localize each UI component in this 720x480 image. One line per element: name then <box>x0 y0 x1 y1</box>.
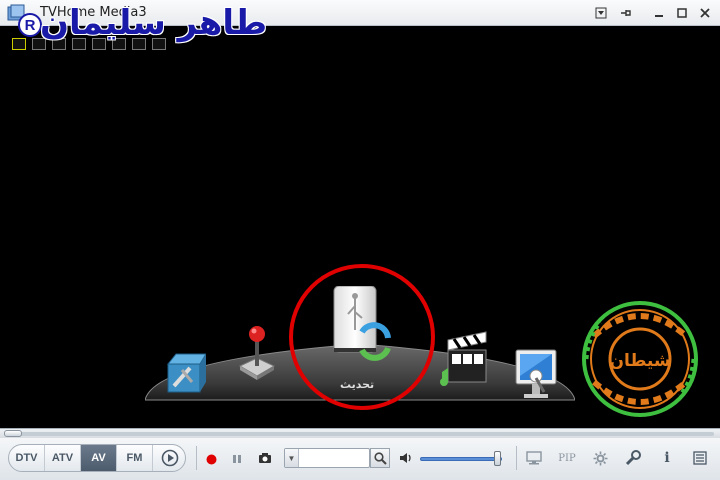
maximize-button[interactable] <box>673 4 691 22</box>
info-icon: i <box>664 450 670 466</box>
play-icon <box>161 449 179 467</box>
minimize-button[interactable] <box>650 4 668 22</box>
wrench-icon <box>625 450 641 466</box>
seek-track[interactable] <box>4 432 714 436</box>
watermark-name: طاهر سليمان <box>40 3 268 43</box>
list-icon <box>693 451 707 465</box>
camera-icon <box>259 453 271 463</box>
joystick-icon[interactable] <box>236 322 278 380</box>
fm-button[interactable]: FM <box>117 445 153 471</box>
pause-icon <box>233 455 241 463</box>
clapperboard-icon[interactable] <box>440 328 490 388</box>
record-button[interactable] <box>204 452 218 466</box>
gear-icon <box>593 451 607 465</box>
monitor-small-icon <box>526 451 542 465</box>
chevron-down-icon[interactable]: ▼ <box>285 449 299 467</box>
tools-button[interactable] <box>622 449 644 467</box>
display-button[interactable] <box>524 449 544 467</box>
separator <box>516 446 517 470</box>
stamp-watermark: شيطان <box>582 301 698 417</box>
settings-button[interactable] <box>590 449 610 467</box>
pip-button[interactable]: PIP <box>554 449 580 467</box>
control-bar: DTV ATV AV FM ▼ PIP i <box>0 438 720 480</box>
monitor-icon[interactable] <box>514 348 558 402</box>
av-button[interactable]: AV <box>81 445 117 471</box>
atv-button[interactable]: ATV <box>45 445 81 471</box>
separator <box>196 446 197 470</box>
playlist-button[interactable] <box>690 449 710 467</box>
volume-slider[interactable] <box>420 457 502 461</box>
stamp-text: شيطان <box>609 351 670 371</box>
dtv-button[interactable]: DTV <box>9 445 45 471</box>
highlight-circle <box>289 264 435 410</box>
toolbox-icon[interactable] <box>164 348 206 396</box>
volume-thumb[interactable] <box>494 451 501 466</box>
pause-button[interactable] <box>230 452 244 466</box>
search-icon <box>373 451 387 465</box>
volume-icon[interactable] <box>398 450 414 466</box>
mini-open-icon[interactable] <box>12 38 26 50</box>
channel-combo[interactable]: ▼ <box>284 448 370 468</box>
pin-icon[interactable] <box>616 4 634 22</box>
snapshot-button[interactable] <box>256 450 274 466</box>
seek-thumb[interactable] <box>4 430 22 437</box>
pip-label: PIP <box>558 452 576 464</box>
seek-bar[interactable] <box>0 428 720 438</box>
search-button[interactable] <box>370 448 390 468</box>
close-button[interactable] <box>696 4 714 22</box>
record-icon <box>206 454 216 464</box>
info-button[interactable]: i <box>658 449 676 467</box>
registered-mark: R <box>18 13 42 37</box>
skin-menu-icon[interactable] <box>592 4 610 22</box>
play-button[interactable] <box>153 445 185 471</box>
source-selector: DTV ATV AV FM <box>8 444 186 472</box>
